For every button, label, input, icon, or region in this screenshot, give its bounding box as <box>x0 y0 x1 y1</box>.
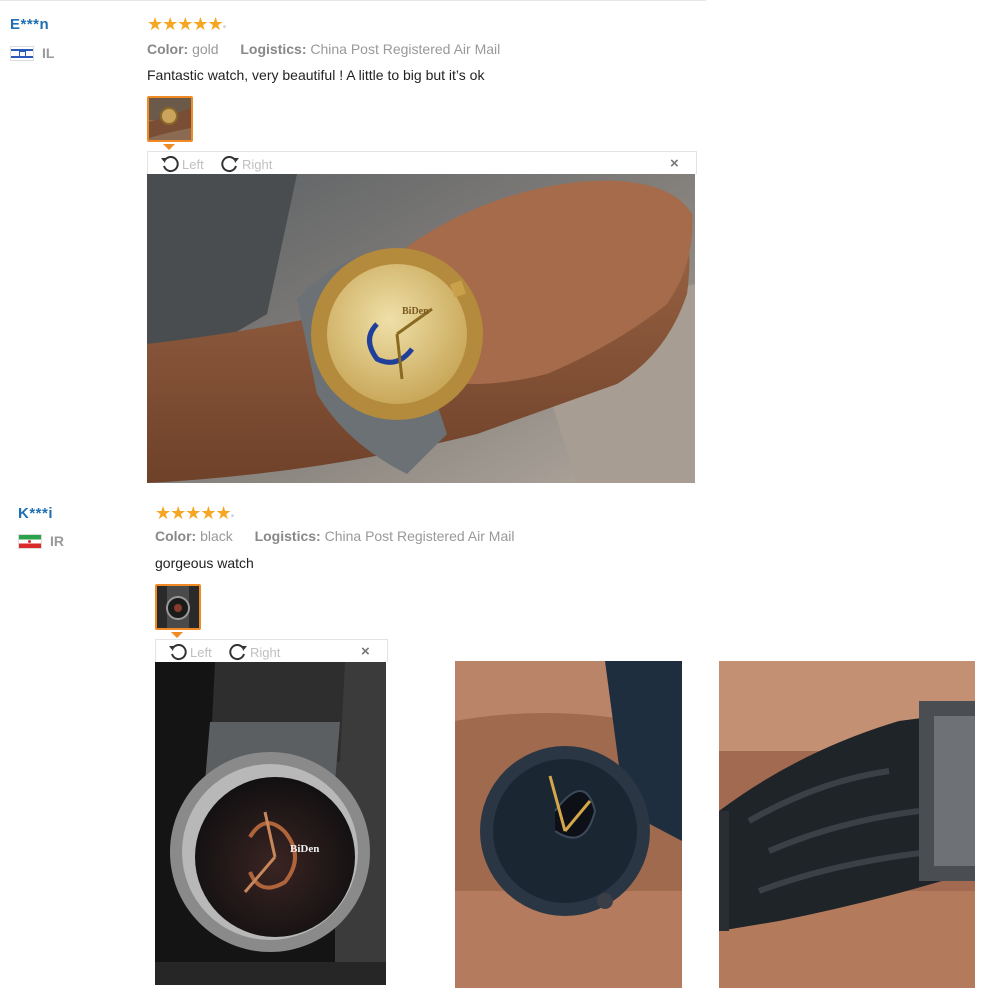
rotate-right-label: Right <box>250 644 281 660</box>
logistics-label: Logistics: <box>240 41 307 57</box>
israel-flag-icon <box>10 45 34 61</box>
star-icon: ★★★★★ <box>155 503 232 523</box>
reviewer-name[interactable]: K***i <box>18 505 53 522</box>
color-label: Color: <box>147 41 189 57</box>
star-rating: ★★★★★• <box>147 14 227 34</box>
review-photo-large: BiDen <box>147 174 695 483</box>
thumbnail-pointer <box>171 632 183 638</box>
watch-brand-text: BiDen <box>290 843 319 855</box>
rotate-right-label: Right <box>242 156 273 172</box>
star-icon: ★★★★★ <box>147 14 224 34</box>
country-code: IR <box>50 533 64 549</box>
color-value: black <box>200 528 233 544</box>
photo-viewer-toolbar: Left Right × <box>155 639 388 662</box>
top-divider <box>0 0 706 1</box>
rotate-left-label: Left <box>182 156 204 172</box>
rotate-right-button[interactable]: Right <box>228 642 280 662</box>
review-photo[interactable] <box>719 661 975 988</box>
close-icon[interactable]: × <box>361 643 370 660</box>
rotate-left-button[interactable]: Left <box>168 642 212 662</box>
rotate-right-icon <box>221 156 239 173</box>
color-label: Color: <box>155 528 197 544</box>
review-photo-thumbnail[interactable] <box>155 584 201 630</box>
review-photo-thumbnail[interactable] <box>147 96 193 142</box>
review-photo-large: BiDen <box>155 662 386 985</box>
review-text: gorgeous watch <box>155 555 254 571</box>
rotate-left-icon <box>169 644 187 661</box>
iran-flag-icon <box>18 533 42 549</box>
close-icon[interactable]: × <box>670 155 679 172</box>
logistics-label: Logistics: <box>254 528 321 544</box>
review-photo[interactable] <box>455 661 682 988</box>
country-code: IL <box>42 45 55 61</box>
rotate-left-button[interactable]: Left <box>160 154 204 174</box>
star-rating: ★★★★★• <box>155 503 235 523</box>
reviewer-country: IL <box>10 45 54 61</box>
logistics-value: China Post Registered Air Mail <box>324 528 515 544</box>
review-meta: Color: gold Logistics: China Post Regist… <box>147 41 500 57</box>
color-value: gold <box>192 41 219 57</box>
reviewer-name[interactable]: E***n <box>10 16 49 33</box>
rotate-right-icon <box>229 644 247 661</box>
photo-viewer-toolbar: Left Right × <box>147 151 697 174</box>
watch-brand-text: BiDen <box>402 306 429 317</box>
rotate-left-label: Left <box>190 644 212 660</box>
review-text: Fantastic watch, very beautiful ! A litt… <box>147 67 485 83</box>
review-meta: Color: black Logistics: China Post Regis… <box>155 528 514 544</box>
logistics-value: China Post Registered Air Mail <box>310 41 501 57</box>
rotate-left-icon <box>161 156 179 173</box>
reviewer-country: IR <box>18 533 64 549</box>
thumbnail-pointer <box>163 144 175 150</box>
rotate-right-button[interactable]: Right <box>220 154 272 174</box>
reviews-page: E***n IL ★★★★★• Color: gold Logistics: C… <box>0 0 1000 1000</box>
